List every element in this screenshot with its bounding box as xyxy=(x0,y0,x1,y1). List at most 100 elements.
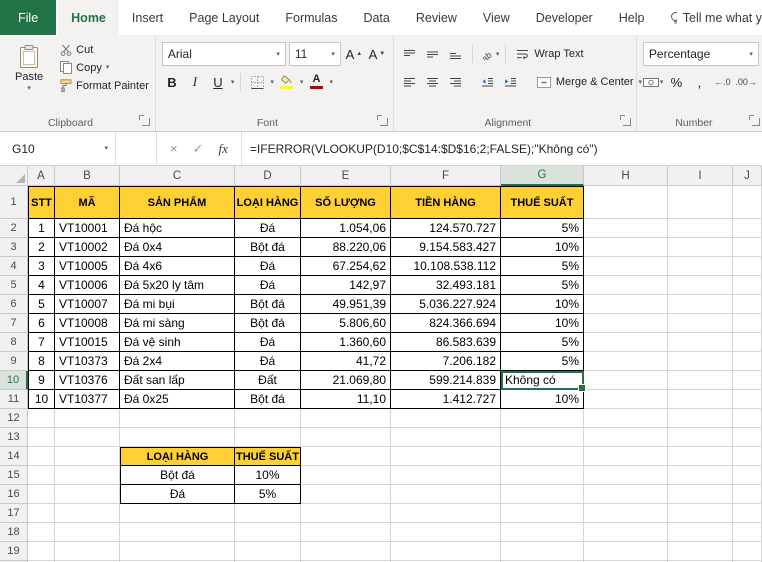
cell-G13[interactable] xyxy=(501,428,584,447)
cell-G9[interactable]: 5% xyxy=(501,352,584,371)
column-header-F[interactable]: F xyxy=(391,166,501,186)
cell-B1[interactable]: MÃ xyxy=(55,186,120,219)
cell-F1[interactable]: TIỀN HÀNG xyxy=(391,186,501,219)
cell-C6[interactable]: Đá mi bụi xyxy=(120,295,235,314)
cell-J8[interactable] xyxy=(733,333,762,352)
cell-G14[interactable] xyxy=(501,447,584,466)
cell-D9[interactable]: Đá xyxy=(235,352,301,371)
cell-A13[interactable] xyxy=(28,428,55,447)
chevron-down-icon[interactable]: ▾ xyxy=(329,79,333,86)
tab-insert[interactable]: Insert xyxy=(119,0,176,35)
cell-G16[interactable] xyxy=(501,485,584,504)
cell-E14[interactable] xyxy=(301,447,391,466)
cell-C11[interactable]: Đá 0x25 xyxy=(120,390,235,409)
column-header-G[interactable]: G xyxy=(501,166,584,186)
font-color-button[interactable]: A xyxy=(306,72,326,92)
cell-H17[interactable] xyxy=(584,504,668,523)
row-header-11[interactable]: 11 xyxy=(0,390,28,409)
insert-function-icon[interactable]: fx xyxy=(219,141,228,157)
format-painter-button[interactable]: Format Painter xyxy=(60,79,149,92)
align-center-button[interactable] xyxy=(423,72,443,92)
cell-A11[interactable]: 10 xyxy=(28,390,55,409)
cell-E16[interactable] xyxy=(301,485,391,504)
select-all-corner[interactable] xyxy=(0,166,28,186)
cell-C2[interactable]: Đá hộc xyxy=(120,219,235,238)
cell-J13[interactable] xyxy=(733,428,762,447)
cell-A14[interactable] xyxy=(28,447,55,466)
cell-E10[interactable]: 21.069,80 xyxy=(301,371,391,390)
percent-style-button[interactable]: % xyxy=(666,72,686,92)
cell-F15[interactable] xyxy=(391,466,501,485)
column-header-J[interactable]: J xyxy=(733,166,762,186)
cell-I7[interactable] xyxy=(668,314,733,333)
cell-D2[interactable]: Đá xyxy=(235,219,301,238)
cell-J15[interactable] xyxy=(733,466,762,485)
cell-B17[interactable] xyxy=(55,504,120,523)
cell-D16[interactable]: 5% xyxy=(235,485,301,504)
row-header-6[interactable]: 6 xyxy=(0,295,28,314)
accounting-format-button[interactable]: ▾ xyxy=(643,72,664,92)
cell-G18[interactable] xyxy=(501,523,584,542)
number-dialog-launcher-icon[interactable] xyxy=(752,118,760,126)
cell-B6[interactable]: VT10007 xyxy=(55,295,120,314)
cell-C17[interactable] xyxy=(120,504,235,523)
selected-cell-G10[interactable]: Không có xyxy=(501,371,584,390)
cell-F5[interactable]: 32.493.181 xyxy=(391,276,501,295)
cell-E15[interactable] xyxy=(301,466,391,485)
increase-font-size-button[interactable]: A▲ xyxy=(344,44,364,64)
clipboard-dialog-launcher-icon[interactable] xyxy=(142,118,150,126)
cell-H16[interactable] xyxy=(584,485,668,504)
cell-B16[interactable] xyxy=(55,485,120,504)
merge-center-button[interactable]: Merge & Center ▾ xyxy=(533,71,646,93)
cell-B8[interactable]: VT10015 xyxy=(55,333,120,352)
align-right-button[interactable] xyxy=(446,72,466,92)
cell-B18[interactable] xyxy=(55,523,120,542)
cell-G12[interactable] xyxy=(501,409,584,428)
cell-A18[interactable] xyxy=(28,523,55,542)
column-header-H[interactable]: H xyxy=(584,166,668,186)
row-header-16[interactable]: 16 xyxy=(0,485,28,504)
name-box-splitter[interactable] xyxy=(116,132,157,165)
cell-H19[interactable] xyxy=(584,542,668,561)
cell-J19[interactable] xyxy=(733,542,762,561)
cell-F4[interactable]: 10.108.538.112 xyxy=(391,257,501,276)
cell-I3[interactable] xyxy=(668,238,733,257)
tab-data[interactable]: Data xyxy=(350,0,402,35)
cell-B7[interactable]: VT10008 xyxy=(55,314,120,333)
name-box[interactable]: G10 ▾ xyxy=(0,132,116,165)
cell-G2[interactable]: 5% xyxy=(501,219,584,238)
italic-button[interactable]: I xyxy=(185,72,205,92)
cell-J7[interactable] xyxy=(733,314,762,333)
cell-D14[interactable]: THUẾ SUẤT xyxy=(235,447,301,466)
cell-C5[interactable]: Đá 5x20 ly tâm xyxy=(120,276,235,295)
cell-H13[interactable] xyxy=(584,428,668,447)
tab-help[interactable]: Help xyxy=(606,0,658,35)
cell-D13[interactable] xyxy=(235,428,301,447)
cell-F7[interactable]: 824.366.694 xyxy=(391,314,501,333)
cell-G17[interactable] xyxy=(501,504,584,523)
cell-D15[interactable]: 10% xyxy=(235,466,301,485)
row-header-18[interactable]: 18 xyxy=(0,523,28,542)
cell-H2[interactable] xyxy=(584,219,668,238)
cell-J12[interactable] xyxy=(733,409,762,428)
cell-D12[interactable] xyxy=(235,409,301,428)
cell-J18[interactable] xyxy=(733,523,762,542)
tell-me-box[interactable]: Tell me what y xyxy=(669,0,762,35)
cell-G6[interactable]: 10% xyxy=(501,295,584,314)
wrap-text-button[interactable]: Wrap Text xyxy=(512,43,587,65)
cell-I6[interactable] xyxy=(668,295,733,314)
row-header-17[interactable]: 17 xyxy=(0,504,28,523)
cell-I17[interactable] xyxy=(668,504,733,523)
cell-A3[interactable]: 2 xyxy=(28,238,55,257)
cell-C15[interactable]: Bột đá xyxy=(120,466,235,485)
cell-D3[interactable]: Bột đá xyxy=(235,238,301,257)
cell-B19[interactable] xyxy=(55,542,120,561)
cell-F17[interactable] xyxy=(391,504,501,523)
cell-C1[interactable]: SẢN PHẨM xyxy=(120,186,235,219)
cell-G15[interactable] xyxy=(501,466,584,485)
chevron-down-icon[interactable]: ▾ xyxy=(270,79,274,86)
cell-A10[interactable]: 9 xyxy=(28,371,55,390)
cell-A7[interactable]: 6 xyxy=(28,314,55,333)
cell-F9[interactable]: 7.206.182 xyxy=(391,352,501,371)
cell-H9[interactable] xyxy=(584,352,668,371)
